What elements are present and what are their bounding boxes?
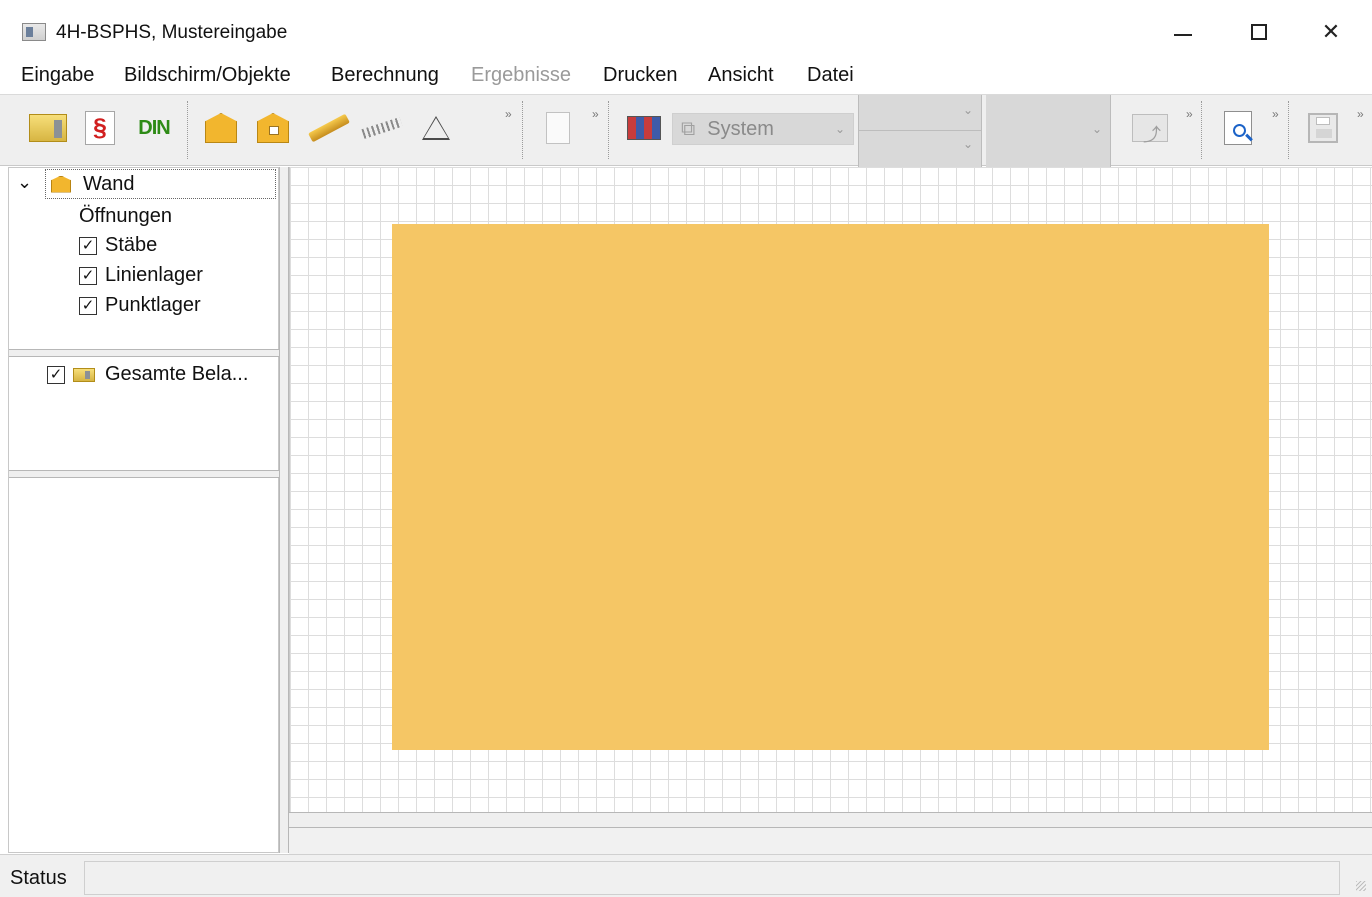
status-field	[84, 861, 1340, 895]
tree-item-total-loads-label: Gesamte Bela...	[105, 363, 249, 385]
close-icon: ✕	[1321, 19, 1341, 44]
save-button[interactable]	[1306, 111, 1340, 145]
menu-item-bildschirm-objekte[interactable]: Bildschirm/Objekte	[124, 64, 291, 87]
window-title: 4H-BSPHS, Mustereingabe	[56, 22, 288, 43]
toolbar: § DIN » » ⧉ System ⌄ ⌄ ⌄ ⌄ ⤴ » » »	[0, 94, 1372, 167]
toolbar-chevron-3[interactable]: »	[1186, 107, 1193, 121]
tree-item-beams[interactable]: ✓ Stäbe	[79, 234, 157, 257]
menu-item-berechnung[interactable]: Berechnung	[331, 64, 439, 87]
graphic-canvas[interactable]	[289, 167, 1372, 812]
menu-item-drucken[interactable]: Drucken	[603, 64, 677, 87]
ruler-button[interactable]	[359, 111, 405, 145]
document-icon	[546, 112, 570, 144]
combo-box-1-arrow-icon: ⌄	[962, 103, 973, 117]
tree-item-beams-label: Stäbe	[105, 234, 158, 256]
total-loads-checkbox[interactable]: ✓	[47, 365, 65, 384]
point-supports-checkbox[interactable]: ✓	[79, 296, 97, 315]
left-splitter-top[interactable]	[9, 349, 280, 357]
lower-panel	[289, 828, 1372, 854]
tree-item-line-supports-label: Linienlager	[105, 264, 203, 286]
display-button[interactable]	[626, 111, 662, 145]
close-button[interactable]: ✕	[1308, 14, 1354, 50]
minimize-icon	[1174, 34, 1192, 36]
left-splitter-bottom[interactable]	[9, 470, 280, 478]
toolbar-chevron-1[interactable]: »	[505, 107, 512, 121]
combo-box-2-arrow-icon: ⌄	[1091, 122, 1102, 136]
system-dropdown-label: System	[707, 117, 774, 140]
ruler-icon	[361, 117, 403, 139]
opening-button[interactable]	[254, 111, 292, 145]
support-button[interactable]	[417, 111, 455, 145]
tree-item-total-loads[interactable]: ✓ Gesamte Bela...	[47, 363, 248, 386]
wall-icon	[205, 113, 237, 143]
print-preview-icon	[1224, 111, 1253, 145]
resize-grip-icon[interactable]	[1356, 881, 1366, 891]
document-button[interactable]	[540, 111, 576, 145]
display-icon	[627, 116, 661, 140]
system-dropdown[interactable]: ⧉ System ⌄	[672, 113, 854, 145]
beams-checkbox[interactable]: ✓	[79, 236, 97, 255]
combo-box-2[interactable]: ⌄	[986, 95, 1111, 167]
vertical-splitter[interactable]	[279, 167, 289, 853]
app-icon	[22, 23, 46, 41]
object-tree-panel: ⌄ Wand Öffnungen ✓ Stäbe ✓ Linienlager ✓ Pu…	[8, 167, 280, 853]
tree-item-openings[interactable]: Öffnungen	[79, 205, 172, 228]
menu-bar: Eingabe Bildschirm/Objekte Berechnung Er…	[0, 60, 1372, 94]
opening-icon	[257, 113, 289, 143]
arrow-icon: ⤴	[1132, 114, 1168, 145]
dropdown-arrow-icon: ⌄	[834, 122, 845, 136]
status-bar: Status	[0, 854, 1372, 897]
menu-item-eingabe[interactable]: Eingabe	[21, 64, 94, 87]
wall-icon	[51, 175, 71, 193]
support-icon	[422, 116, 450, 140]
line-supports-checkbox[interactable]: ✓	[79, 266, 97, 285]
status-label: Status	[10, 867, 67, 889]
wall-button[interactable]	[202, 111, 240, 145]
minimize-button[interactable]	[1160, 14, 1206, 50]
tree-item-wall-label: Wand	[83, 172, 135, 195]
tree-item-line-supports[interactable]: ✓ Linienlager	[79, 264, 203, 287]
maximize-icon	[1251, 24, 1267, 40]
tree-expand-icon[interactable]: ⌄	[17, 172, 32, 193]
combo-box-1-arrow-icon-2: ⌄	[962, 137, 973, 151]
title-bar: 4H-BSPHS, Mustereingabe ✕	[0, 0, 1372, 60]
folder-icon	[73, 367, 95, 382]
menu-item-ansicht[interactable]: Ansicht	[708, 64, 774, 87]
din-icon: DIN	[138, 116, 170, 139]
layers-icon: ⧉	[681, 117, 696, 140]
din-button[interactable]: DIN	[130, 111, 178, 145]
menu-item-ergebnisse[interactable]: Ergebnisse	[471, 64, 571, 87]
menu-item-datei[interactable]: Datei	[807, 64, 854, 87]
horizontal-splitter[interactable]	[289, 812, 1372, 828]
export-button[interactable]: ⤴	[1128, 111, 1172, 145]
toolbar-chevron-5[interactable]: »	[1357, 107, 1364, 121]
print-preview-button[interactable]	[1219, 111, 1257, 145]
tree-item-wall[interactable]: Wand	[45, 169, 276, 199]
tree-item-point-supports[interactable]: ✓ Punktlager	[79, 294, 201, 317]
combo-box-1[interactable]: ⌄ ⌄	[858, 95, 982, 167]
maximize-button[interactable]	[1236, 14, 1282, 50]
wall-shape[interactable]	[392, 224, 1269, 750]
tree-item-point-supports-label: Punktlager	[105, 294, 201, 316]
section-button[interactable]: §	[82, 111, 118, 145]
toolbar-chevron-4[interactable]: »	[1272, 107, 1279, 121]
section-icon: §	[85, 111, 115, 145]
folder-icon	[29, 114, 67, 142]
folder-button[interactable]	[26, 111, 70, 145]
beam-icon	[308, 113, 350, 143]
toolbar-chevron-2[interactable]: »	[592, 107, 599, 121]
beam-button[interactable]	[306, 111, 352, 145]
save-icon	[1308, 113, 1338, 143]
